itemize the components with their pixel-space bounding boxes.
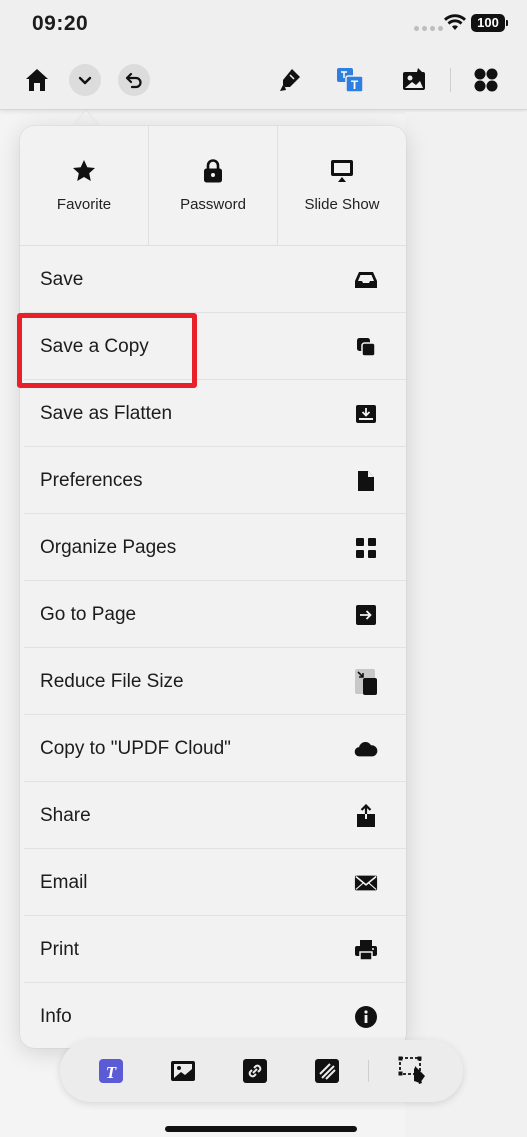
lock-icon	[204, 159, 222, 183]
grid-icon	[354, 536, 378, 560]
favorite-button[interactable]: Favorite	[20, 126, 149, 245]
menu-item-reduce-file-size[interactable]: Reduce File Size	[20, 648, 406, 715]
mail-icon	[354, 871, 378, 895]
menu-item-save[interactable]: Save	[20, 246, 406, 313]
document-background	[405, 112, 527, 1137]
status-time: 09:20	[32, 12, 89, 35]
translate-icon[interactable]: T	[334, 64, 366, 96]
signal-icon	[414, 26, 443, 31]
bottom-toolbar: T	[60, 1040, 463, 1102]
menu-item-label: Go to Page	[40, 603, 137, 625]
menu-item-organize-pages[interactable]: Organize Pages	[20, 514, 406, 581]
slide-show-label: Slide Show	[304, 196, 380, 213]
text-tool-icon[interactable]: T	[98, 1058, 124, 1084]
bottom-toolbar-divider	[368, 1060, 369, 1082]
highlighter-icon[interactable]	[274, 64, 306, 96]
toolbar-divider	[450, 68, 451, 92]
menu-item-label: Save as Flatten	[40, 402, 173, 424]
menu-item-save-a-copy[interactable]: Save a Copy	[20, 313, 406, 380]
menu-item-info[interactable]: Info	[20, 983, 406, 1048]
menu-item-print[interactable]: Print	[20, 916, 406, 983]
menu-item-label: Email	[40, 871, 88, 893]
quick-actions-row: Favorite Password Slide Show	[20, 126, 406, 246]
redact-tool-icon[interactable]	[314, 1058, 340, 1084]
printer-icon	[354, 938, 378, 962]
menu-item-save-as-flatten[interactable]: Save as Flatten	[20, 380, 406, 447]
image-tool-icon[interactable]	[170, 1058, 196, 1084]
compress-icon	[354, 668, 378, 695]
chevron-down-icon[interactable]	[69, 64, 101, 96]
goto-icon	[354, 603, 378, 627]
copy-icon	[354, 335, 378, 359]
menu-item-copy-to-cloud[interactable]: Copy to "UPDF Cloud"	[20, 715, 406, 782]
home-indicator	[165, 1126, 357, 1132]
document-icon	[354, 469, 378, 493]
status-bar: 09:20 100	[0, 0, 527, 46]
cloud-icon	[354, 737, 378, 761]
link-tool-icon[interactable]	[242, 1058, 268, 1084]
menu-item-label: Info	[40, 1005, 72, 1027]
slideshow-icon	[331, 160, 353, 182]
svg-text:T: T	[351, 78, 359, 92]
undo-icon[interactable]	[118, 64, 150, 96]
svg-text:T: T	[106, 1063, 117, 1082]
info-icon	[354, 1005, 378, 1029]
battery-indicator: 100	[471, 14, 508, 32]
star-icon	[73, 160, 95, 181]
apps-grid-icon[interactable]	[470, 64, 502, 96]
share-icon	[354, 803, 378, 828]
slide-show-button[interactable]: Slide Show	[278, 126, 406, 245]
menu-item-label: Save a Copy	[40, 335, 149, 357]
menu-item-preferences[interactable]: Preferences	[20, 447, 406, 514]
wifi-icon	[444, 14, 466, 30]
menu-item-share[interactable]: Share	[20, 782, 406, 849]
menu-item-label: Copy to "UPDF Cloud"	[40, 737, 231, 759]
favorite-label: Favorite	[56, 196, 112, 213]
home-icon[interactable]	[21, 64, 53, 96]
menu-item-email[interactable]: Email	[20, 849, 406, 916]
flatten-icon	[354, 402, 378, 426]
menu-item-go-to-page[interactable]: Go to Page	[20, 581, 406, 648]
password-label: Password	[180, 196, 246, 213]
menu-item-label: Save	[40, 268, 84, 290]
more-menu-popover: Favorite Password Slide Show Save Save a…	[20, 126, 406, 1048]
tray-icon	[354, 268, 378, 292]
password-button[interactable]: Password	[149, 126, 278, 245]
menu-item-label: Reduce File Size	[40, 670, 184, 692]
edit-image-icon[interactable]	[398, 64, 430, 96]
menu-item-label: Preferences	[40, 469, 143, 491]
top-toolbar: T	[0, 46, 527, 110]
menu-item-label: Organize Pages	[40, 536, 177, 558]
menu-item-label: Share	[40, 804, 91, 826]
menu-item-label: Print	[40, 938, 80, 960]
popover-arrow	[73, 111, 99, 126]
select-tool-icon[interactable]	[398, 1056, 430, 1084]
